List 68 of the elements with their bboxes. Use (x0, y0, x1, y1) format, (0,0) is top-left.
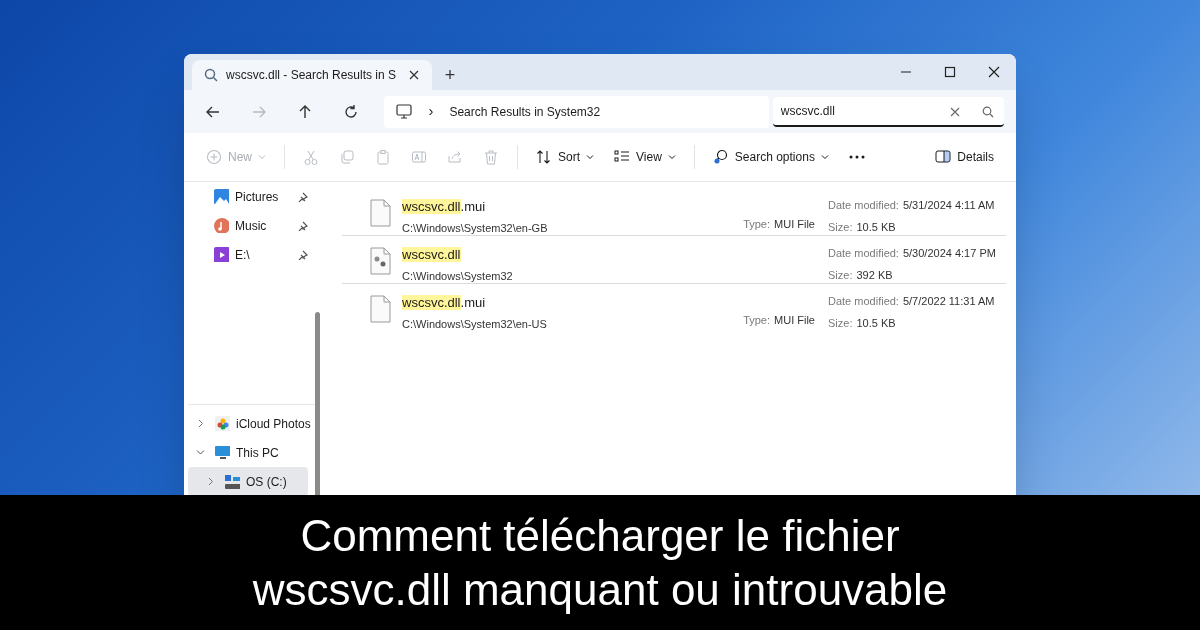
search-field[interactable]: wscsvc.dll (772, 96, 1004, 127)
sidebar-item[interactable]: Music (235, 216, 267, 235)
sidebar-item[interactable]: iCloud Photos (236, 414, 311, 433)
share-icon (447, 149, 463, 165)
video-icon (214, 247, 229, 262)
breadcrumb-chevron: › (428, 101, 434, 122)
clipboard-icon (375, 149, 391, 165)
computer-icon (396, 104, 413, 119)
size-value: 10.5 KB (856, 315, 896, 331)
file-name[interactable]: wscsvc.dll (402, 245, 461, 265)
type-label: Type: (743, 313, 771, 328)
sidebar-item[interactable]: Pictures (235, 187, 279, 206)
sidebar-item[interactable]: E:\ (235, 245, 250, 264)
browser-tab[interactable]: wscsvc.dll - Search Results in S (192, 60, 432, 90)
date-label: Date modified: (828, 246, 899, 261)
size-label: Size: (828, 267, 853, 283)
breadcrumb-text: Search Results in System32 (449, 103, 601, 121)
date-value: 5/31/2024 4:11 AM (902, 198, 995, 213)
document-icon (370, 199, 392, 227)
close-icon (408, 69, 420, 81)
address-bar[interactable]: › Search Results in System32 (384, 95, 769, 128)
view-button[interactable]: View (604, 141, 686, 173)
type-value: MUI File (774, 313, 815, 328)
type-value: MUI File (774, 217, 815, 232)
details-button[interactable]: Details (925, 141, 1004, 173)
date-value: 5/30/2024 4:17 PM (902, 246, 996, 261)
sidebar-item[interactable]: This PC (236, 443, 279, 462)
sort-arrows-icon (536, 149, 552, 165)
type-label: Type: (743, 217, 771, 232)
copy-icon (339, 149, 355, 165)
date-label: Date modified: (828, 198, 899, 213)
scissors-icon (303, 149, 319, 165)
tab-title: wscsvc.dll - Search Results in S (226, 67, 397, 84)
document-icon (370, 295, 392, 323)
size-value: 10.5 KB (856, 219, 896, 235)
plus-circle-icon (206, 149, 222, 165)
scrollbar-thumb[interactable] (315, 312, 320, 495)
search-icon (982, 105, 994, 118)
music-icon (214, 218, 229, 233)
maximize-icon (944, 66, 956, 78)
rename-icon (411, 149, 427, 165)
date-label: Date modified: (828, 294, 899, 309)
photos-icon (215, 416, 230, 431)
details-pane-icon (935, 149, 952, 165)
search-options-button[interactable]: Search options (702, 141, 839, 173)
search-icon (204, 68, 218, 82)
date-value: 5/7/2022 11:31 AM (902, 294, 995, 309)
new-tab-button[interactable]: + (432, 60, 468, 90)
size-value: 392 KB (856, 267, 893, 283)
trash-icon (483, 149, 499, 165)
close-icon (988, 66, 1000, 78)
refresh-icon (343, 103, 360, 120)
file-path: C:\Windows\System32\en-US (402, 316, 547, 332)
sort-button[interactable]: Sort (526, 141, 605, 173)
clear-icon (950, 106, 960, 117)
file-path: C:\Windows\System32\en-GB (402, 220, 548, 236)
size-label: Size: (828, 219, 853, 235)
computer-icon (215, 445, 230, 460)
caption-line: Comment télécharger le fichier (300, 509, 900, 562)
list-view-icon (614, 149, 631, 165)
sidebar-item[interactable]: OS (C:) (246, 472, 287, 491)
pictures-icon (214, 189, 229, 204)
more-dots-icon (848, 153, 865, 161)
size-label: Size: (828, 315, 853, 331)
drive-icon (225, 474, 240, 489)
selected-tree-row[interactable]: OS (C:) (188, 467, 308, 495)
caption-line: wscsvc.dll manquant ou introuvable (252, 563, 948, 616)
file-path: C:\Windows\System32 (402, 268, 513, 284)
